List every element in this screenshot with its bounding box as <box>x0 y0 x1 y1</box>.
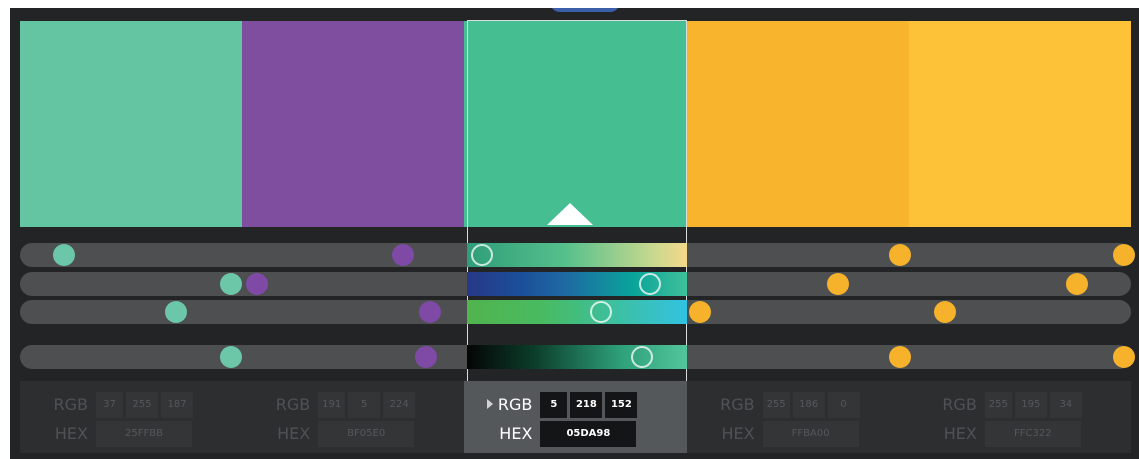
hue-knob-3[interactable] <box>471 244 494 266</box>
hue-gradient <box>467 243 687 267</box>
hue-knob-5[interactable] <box>1113 244 1136 266</box>
saturation-slider-track[interactable] <box>20 272 1131 296</box>
selected-swatch-indicator <box>547 203 593 225</box>
hex-row: HEX 25FFBB <box>20 421 242 447</box>
green-value-field[interactable]: 218 <box>570 392 603 418</box>
color-swatch-5[interactable] <box>908 21 1132 227</box>
hue-knob-4[interactable] <box>888 244 911 266</box>
brightness-knob-5[interactable] <box>1113 346 1136 368</box>
saturation-knob-3[interactable] <box>638 273 661 295</box>
rgb-row: RGB 255 195 34 <box>909 392 1131 418</box>
red-value-field[interactable]: 255 <box>984 392 1012 418</box>
color-palette-editor: RGB 37 255 187 HEX 25FFBB RGB 191 5 224 HEX BF05E0 R… <box>10 8 1139 459</box>
hex-value-field[interactable]: 25FFBB <box>96 421 192 447</box>
color-values-2: RGB 191 5 224 HEX BF05E0 <box>242 381 464 453</box>
blue-value-field[interactable]: 187 <box>161 392 193 418</box>
lightness-gradient <box>467 300 687 324</box>
green-value-field[interactable]: 195 <box>1014 392 1047 418</box>
red-value-field[interactable]: 255 <box>762 392 790 418</box>
swatch-strip <box>20 21 1132 227</box>
saturation-knob-2[interactable] <box>245 273 268 295</box>
lightness-knob-3[interactable] <box>590 301 613 323</box>
brightness-knob-4[interactable] <box>888 346 911 368</box>
hex-value-field[interactable]: BF05E0 <box>318 421 415 447</box>
blue-value-field[interactable]: 224 <box>383 392 416 418</box>
lightness-knob-2[interactable] <box>418 301 441 323</box>
hex-row: HEX 05DA98 <box>464 421 686 447</box>
rgb-row: RGB 37 255 187 <box>20 392 242 418</box>
color-values-3: RGB 5 218 152 HEX 05DA98 <box>464 381 687 453</box>
red-value-field[interactable]: 191 <box>318 392 346 418</box>
blue-value-field[interactable]: 0 <box>827 392 860 418</box>
hue-knob-1[interactable] <box>53 244 76 266</box>
hex-value-field[interactable]: FFBA00 <box>762 421 859 447</box>
hex-value-field[interactable]: FFC322 <box>984 421 1081 447</box>
brightness-knob-1[interactable] <box>220 346 243 368</box>
hex-value-field[interactable]: 05DA98 <box>540 421 637 447</box>
rgb-label: RGB <box>497 395 533 414</box>
hex-label: HEX <box>943 424 977 443</box>
lightness-knob-1[interactable] <box>164 301 187 323</box>
lightness-knob-4[interactable] <box>688 301 711 323</box>
color-swatch-3[interactable] <box>464 21 687 227</box>
color-values-4: RGB 255 186 0 HEX FFBA00 <box>687 381 909 453</box>
blue-value-field[interactable]: 34 <box>1049 392 1082 418</box>
red-value-field[interactable]: 5 <box>540 392 568 418</box>
brightness-gradient <box>467 345 687 369</box>
rgb-row: RGB 5 218 152 <box>464 392 686 418</box>
lightness-knob-5[interactable] <box>934 301 957 323</box>
red-value-field[interactable]: 37 <box>96 392 123 418</box>
top-handle[interactable] <box>550 8 620 12</box>
green-value-field[interactable]: 5 <box>348 392 381 418</box>
rgb-label: RGB <box>942 395 977 414</box>
color-values-5: RGB 255 195 34 HEX FFC322 <box>909 381 1131 453</box>
brightness-slider-track[interactable] <box>20 345 1136 369</box>
hex-row: HEX BF05E0 <box>242 421 464 447</box>
color-swatch-1[interactable] <box>20 21 243 227</box>
rgb-label: RGB <box>275 395 311 414</box>
color-values-panel: RGB 37 255 187 HEX 25FFBB RGB 191 5 224 HEX BF05E0 R… <box>20 381 1131 453</box>
brightness-knob-2[interactable] <box>414 346 437 368</box>
color-swatch-2[interactable] <box>242 21 465 227</box>
color-swatch-4[interactable] <box>686 21 909 227</box>
rgb-label: RGB <box>53 395 89 414</box>
hex-row: HEX FFBA00 <box>687 421 909 447</box>
green-value-field[interactable]: 255 <box>126 392 158 418</box>
rgb-row: RGB 255 186 0 <box>687 392 909 418</box>
hex-label: HEX <box>54 424 88 443</box>
rgb-row: RGB 191 5 224 <box>242 392 464 418</box>
hex-label: HEX <box>499 424 533 443</box>
brightness-knob-3[interactable] <box>631 346 654 368</box>
blue-value-field[interactable]: 152 <box>605 392 638 418</box>
hex-label: HEX <box>277 424 311 443</box>
lightness-slider-track[interactable] <box>20 300 1131 324</box>
saturation-knob-4[interactable] <box>826 273 849 295</box>
rgb-label: RGB <box>720 395 755 414</box>
saturation-knob-5[interactable] <box>1065 273 1088 295</box>
hue-knob-2[interactable] <box>392 244 415 266</box>
saturation-knob-1[interactable] <box>220 273 243 295</box>
hex-label: HEX <box>721 424 755 443</box>
hex-row: HEX FFC322 <box>909 421 1131 447</box>
green-value-field[interactable]: 186 <box>792 392 825 418</box>
hue-slider-track[interactable] <box>20 243 1136 267</box>
color-values-1: RGB 37 255 187 HEX 25FFBB <box>20 381 242 453</box>
